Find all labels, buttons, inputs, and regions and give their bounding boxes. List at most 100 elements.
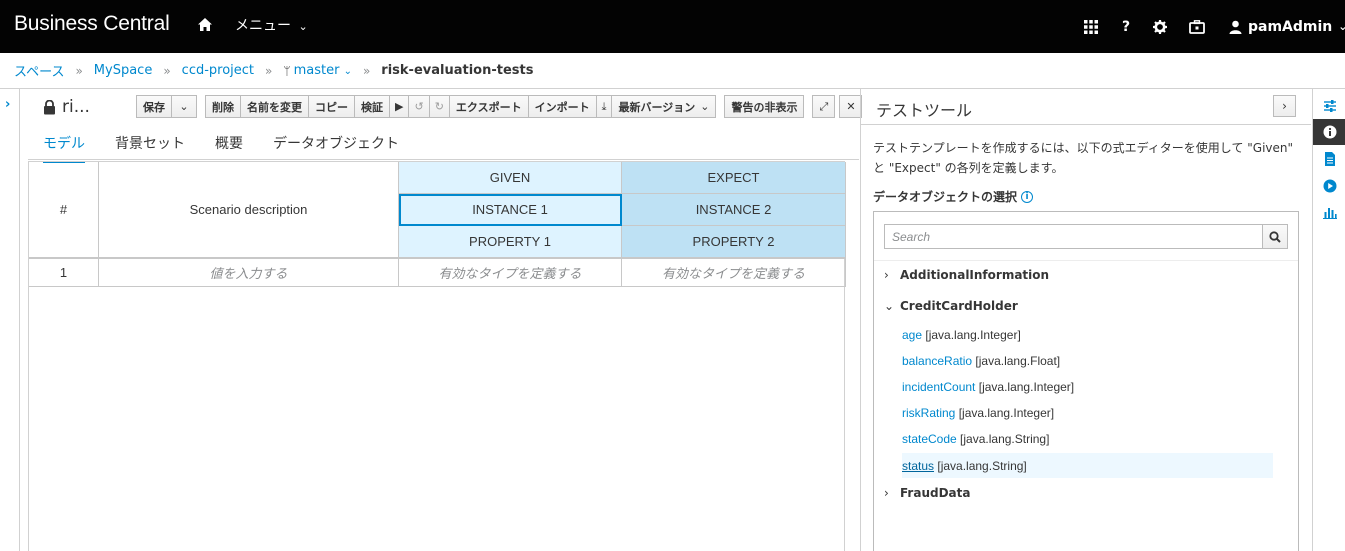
panel-divider xyxy=(861,124,1311,125)
gear-icon[interactable] xyxy=(1153,0,1167,53)
briefcase-icon[interactable] xyxy=(1189,0,1205,53)
bar-chart-icon[interactable] xyxy=(1313,199,1345,225)
grid-header-given-instance[interactable]: INSTANCE 1 xyxy=(399,194,622,226)
tree-field-incident-count[interactable]: incidentCount [java.lang.Integer] xyxy=(902,380,1074,394)
chevron-right-icon: › xyxy=(884,486,889,500)
grid-header-given-property[interactable]: PROPERTY 1 xyxy=(399,226,622,258)
user-menu[interactable]: pamAdmin ⌄ xyxy=(1229,0,1345,53)
import-button[interactable]: インポート xyxy=(527,95,597,118)
field-name: status xyxy=(902,458,935,473)
section-label-text: データオブジェクトの選択 xyxy=(873,190,1018,204)
user-icon xyxy=(1229,20,1242,34)
field-name: incidentCount xyxy=(902,380,976,394)
tree-field-age[interactable]: age [java.lang.Integer] xyxy=(902,328,1021,342)
latest-version-dropdown[interactable]: 最新バージョン ⌄ xyxy=(611,95,717,118)
export-button[interactable]: エクスポート xyxy=(448,95,529,118)
tab-model[interactable]: モデル xyxy=(43,129,85,163)
run-icon[interactable]: ▶ xyxy=(389,95,410,118)
field-name: balanceRatio xyxy=(902,354,973,368)
save-button[interactable]: 保存 xyxy=(136,95,172,118)
search-box: Search xyxy=(884,224,1288,249)
branch-selector[interactable]: master ⌄ xyxy=(294,63,352,78)
chevron-down-icon: ⌄ xyxy=(343,66,352,77)
chevron-down-icon: ⌄ xyxy=(1338,20,1345,33)
grid-row-index[interactable]: 1 xyxy=(29,258,99,287)
field-type: [java.lang.Integer] xyxy=(958,406,1055,420)
chevron-down-icon: ⌄ xyxy=(298,20,308,33)
breadcrumb-separator: » xyxy=(163,63,171,78)
test-tools-panel: テストツール › テストテンプレートを作成するには、以下の式エディターを使用して… xyxy=(860,89,1311,551)
data-object-tree: Search › AdditionalInformation ⌄ CreditC… xyxy=(873,211,1299,551)
field-type: [java.lang.String] xyxy=(960,432,1050,446)
maximize-icon[interactable]: ⤢ xyxy=(812,95,836,118)
search-icon[interactable] xyxy=(1263,224,1288,249)
apps-grid-icon[interactable] xyxy=(1084,0,1098,53)
chevron-right-icon[interactable]: › xyxy=(5,97,10,112)
breadcrumb-project[interactable]: ccd-project xyxy=(182,63,254,78)
save-dropdown-button[interactable]: ⌄ xyxy=(171,95,197,118)
undo-icon[interactable]: ↺ xyxy=(408,95,430,118)
download-icon[interactable]: ⤓ xyxy=(595,95,613,118)
node-label: CreditCardHolder xyxy=(900,299,1018,313)
breadcrumb-myspace[interactable]: MySpace xyxy=(94,63,153,78)
close-icon[interactable]: ✕ xyxy=(839,95,863,118)
field-name: age xyxy=(902,328,923,342)
info-icon[interactable]: i xyxy=(1021,190,1034,203)
breadcrumb-current: risk-evaluation-tests xyxy=(381,63,534,78)
grid-row-expect-value[interactable]: 有効なタイプを定義する xyxy=(622,258,846,287)
scenario-editor: ri... 保存 ⌄ 削除 名前を変更 コピー 検証 ▶ ↺ ↻ エクスポート … xyxy=(21,89,863,551)
grid-header-given[interactable]: GIVEN xyxy=(399,162,622,194)
grid-row-description[interactable]: 値を入力する xyxy=(99,258,399,287)
tree-field-state-code[interactable]: stateCode [java.lang.String] xyxy=(902,432,1049,446)
validate-button[interactable]: 検証 xyxy=(354,95,390,118)
brand-logo[interactable]: Business Central xyxy=(14,12,170,36)
grid-header-expect-property[interactable]: PROPERTY 2 xyxy=(622,226,846,258)
breadcrumb-spaces[interactable]: スペース xyxy=(14,61,64,80)
hide-alerts-button[interactable]: 警告の非表示 xyxy=(724,95,805,118)
tabs-divider xyxy=(28,159,859,160)
editor-toolbar: 保存 ⌄ 削除 名前を変更 コピー 検証 ▶ ↺ ↻ エクスポート インポート … xyxy=(136,95,863,118)
menu-dropdown[interactable]: メニュー ⌄ xyxy=(235,15,308,35)
home-icon[interactable] xyxy=(196,16,214,34)
info-icon[interactable] xyxy=(1313,119,1345,145)
branch-label: master xyxy=(293,63,340,78)
chevron-down-icon: ⌄ xyxy=(884,299,895,313)
lock-icon xyxy=(44,99,55,114)
tab-data-objects[interactable]: データオブジェクト xyxy=(273,129,399,163)
rename-button[interactable]: 名前を変更 xyxy=(240,95,309,118)
field-name: riskRating xyxy=(902,406,956,420)
tree-field-risk-rating[interactable]: riskRating [java.lang.Integer] xyxy=(902,406,1054,420)
grid-row-given-value[interactable]: 有効なタイプを定義する xyxy=(399,258,622,287)
document-icon[interactable] xyxy=(1313,146,1345,172)
branch-icon: ᛘ xyxy=(283,63,291,78)
sliders-icon[interactable] xyxy=(1313,93,1345,119)
chevron-right-icon: › xyxy=(884,268,889,282)
breadcrumb-separator: » xyxy=(75,63,83,78)
tree-divider xyxy=(874,260,1298,261)
help-icon[interactable]: ? xyxy=(1122,0,1130,53)
tree-node-fraud-data[interactable]: › FraudData xyxy=(884,486,970,500)
grid-header-expect-instance[interactable]: INSTANCE 2 xyxy=(622,194,846,226)
search-input[interactable]: Search xyxy=(884,224,1263,249)
tree-node-credit-card-holder[interactable]: ⌄ CreditCardHolder xyxy=(884,299,1018,313)
play-circle-icon[interactable] xyxy=(1313,173,1345,199)
editor-tabs: モデル 背景セット 概要 データオブジェクト xyxy=(43,129,429,163)
menu-label: メニュー xyxy=(235,18,291,34)
chevron-right-icon[interactable]: › xyxy=(1273,95,1296,117)
grid-header-expect[interactable]: EXPECT xyxy=(622,162,846,194)
node-label: AdditionalInformation xyxy=(900,268,1050,282)
copy-button[interactable]: コピー xyxy=(308,95,355,118)
field-type: [java.lang.Float] xyxy=(975,354,1061,368)
tab-background[interactable]: 背景セット xyxy=(115,129,185,163)
redo-icon[interactable]: ↻ xyxy=(428,95,450,118)
tab-overview[interactable]: 概要 xyxy=(215,129,243,163)
grid-header-scenario-description[interactable]: Scenario description xyxy=(99,162,399,258)
tree-field-status[interactable]: status [java.lang.String] xyxy=(902,453,1273,478)
tree-node-additional-information[interactable]: › AdditionalInformation xyxy=(884,268,1049,282)
tree-field-balance-ratio[interactable]: balanceRatio [java.lang.Float] xyxy=(902,354,1060,368)
data-object-section-label: データオブジェクトの選択 i xyxy=(873,188,1034,205)
delete-button[interactable]: 削除 xyxy=(205,95,241,118)
test-tools-description: テストテンプレートを作成するには、以下の式エディターを使用して "Given" … xyxy=(873,141,1294,175)
grid-header-hash[interactable]: # xyxy=(29,162,99,258)
left-collapse-bar: › xyxy=(0,89,20,551)
